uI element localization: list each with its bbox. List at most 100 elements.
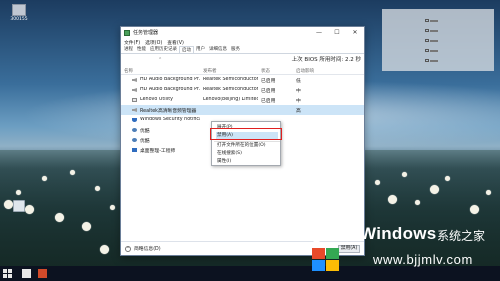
row-impact: 中: [296, 89, 301, 94]
windows-logo-icon: [8, 269, 12, 273]
row-impact: 低: [296, 79, 301, 84]
widget-line: [430, 60, 438, 62]
menu-item-open-file-location[interactable]: 打开文件所在的位置(O): [216, 142, 278, 149]
speaker-icon: [132, 108, 137, 112]
maximize-button[interactable]: ☐: [328, 27, 346, 38]
row-status: 已启用: [261, 89, 276, 94]
file-explorer-icon[interactable]: [22, 269, 31, 278]
column-header-publisher[interactable]: 发布者: [203, 68, 217, 74]
row-name: Realtek高清晰音频管理器: [140, 109, 197, 114]
table-row[interactable]: Lenovo Utility Lenovo(beijing) Limited 已…: [121, 95, 364, 105]
bios-time-value: 2.2 秒: [345, 57, 361, 63]
tab-details[interactable]: 详细信息: [207, 46, 229, 53]
speaker-icon: [132, 88, 137, 92]
chevron-up-icon[interactable]: ^: [125, 245, 131, 252]
watermark-url: www.bjjmlv.com: [373, 252, 473, 267]
flower: [100, 245, 109, 254]
row-name: Windows Security notifica...: [140, 117, 200, 122]
bios-time: 上次 BIOS 所用时间: 2.2 秒: [292, 55, 361, 63]
row-name: HD Audio Background Pr...: [140, 77, 200, 82]
row-name: 优酷: [140, 129, 150, 134]
row-name: Lenovo Utility: [140, 97, 173, 102]
recycle-bin-icon[interactable]: [6, 200, 32, 222]
flower: [388, 195, 397, 204]
widget-icon: [425, 59, 429, 62]
menubar: 文件(F) 选项(O) 查看(V): [121, 38, 364, 46]
widget-icon: [425, 29, 429, 32]
close-button[interactable]: ✕: [346, 27, 364, 38]
windows-logo-icon: [306, 234, 349, 271]
column-header-impact[interactable]: 启动影响: [296, 68, 314, 74]
menu-options[interactable]: 选项(O): [145, 39, 162, 46]
desktop-icon-label: 300155: [10, 17, 28, 22]
row-publisher: Realtek Semiconductor: [203, 87, 258, 92]
row-name: 优酷: [140, 139, 150, 144]
column-header-name[interactable]: 名称: [124, 68, 133, 74]
gear-icon: [132, 138, 137, 142]
menu-file[interactable]: 文件(F): [124, 39, 140, 46]
flower: [375, 180, 380, 185]
table-row[interactable]: HD Audio Background Pr... Realtek Semico…: [121, 85, 364, 95]
tab-processes[interactable]: 进程: [122, 46, 135, 53]
tab-startup[interactable]: 启动: [179, 46, 194, 53]
start-button[interactable]: [3, 269, 12, 278]
bios-time-row: ⌃ 上次 BIOS 所用时间: 2.2 秒: [121, 54, 364, 67]
watermark: Windows 系统之家 www.bjjmlv.com: [302, 218, 496, 278]
row-status: 已启用: [261, 99, 276, 104]
window-title: 任务管理器: [133, 30, 159, 36]
tab-strip: 进程 性能 应用历史记录 启动 用户 详细信息 服务: [121, 46, 364, 54]
tab-app-history[interactable]: 应用历史记录: [148, 46, 179, 53]
row-impact: 中: [296, 99, 301, 104]
row-name: 桌面整理-工程师: [140, 149, 176, 154]
sort-caret-icon[interactable]: ⌃: [158, 57, 162, 63]
minimize-button[interactable]: —: [310, 27, 328, 38]
trash-icon: [13, 200, 25, 212]
titlebar[interactable]: 任务管理器 — ☐ ✕: [121, 27, 364, 38]
widget-line: [430, 50, 438, 52]
widget-icon: [425, 39, 429, 42]
task-manager-icon: [124, 29, 130, 36]
table-row-selected[interactable]: Realtek高清晰音频管理器 高: [121, 105, 364, 115]
flower: [445, 176, 450, 181]
flower: [430, 185, 439, 194]
tab-performance[interactable]: 性能: [135, 46, 148, 53]
highlight-box: [210, 128, 282, 140]
column-header-status[interactable]: 状态: [261, 68, 270, 74]
tab-users[interactable]: 用户: [194, 46, 207, 53]
flower: [16, 190, 21, 195]
flower: [110, 205, 115, 210]
flower: [95, 186, 100, 191]
widget-line: [430, 40, 438, 42]
windows-logo-icon: [3, 274, 7, 278]
browser-icon[interactable]: [38, 269, 47, 278]
windows-logo-icon: [3, 269, 7, 273]
widget-icon: [425, 49, 429, 52]
widget-line: [430, 30, 438, 32]
lenovo-icon: [132, 98, 137, 102]
fewer-details-link[interactable]: 简略信息(D): [134, 245, 161, 252]
speaker-icon: [132, 78, 137, 82]
bios-time-label: 上次 BIOS 所用时间:: [291, 57, 344, 63]
tab-services[interactable]: 服务: [229, 46, 242, 53]
desktop-computer-icon[interactable]: 300155: [4, 2, 34, 30]
row-impact: 高: [296, 109, 301, 114]
menu-view[interactable]: 查看(V): [167, 39, 184, 46]
flower: [70, 170, 75, 175]
column-headers: 名称 发布者 状态 启动影响: [121, 67, 364, 75]
widget-line: [430, 20, 438, 22]
window-icon: [132, 148, 137, 152]
menu-item-properties[interactable]: 属性(I): [216, 158, 278, 165]
table-row[interactable]: HD Audio Background Pr... Realtek Semico…: [121, 75, 364, 85]
flower: [42, 176, 47, 181]
row-status: 已启用: [261, 79, 276, 84]
flower: [486, 190, 491, 195]
computer-icon: [12, 4, 26, 16]
flower: [402, 172, 407, 177]
desktop-widget[interactable]: [382, 9, 494, 71]
widget-icon: [425, 19, 429, 22]
flower: [415, 200, 420, 205]
menu-item-search-online[interactable]: 在线搜索(S): [216, 150, 278, 157]
windows-logo-icon: [8, 274, 12, 278]
flower: [55, 213, 64, 222]
shield-icon: [132, 118, 137, 122]
